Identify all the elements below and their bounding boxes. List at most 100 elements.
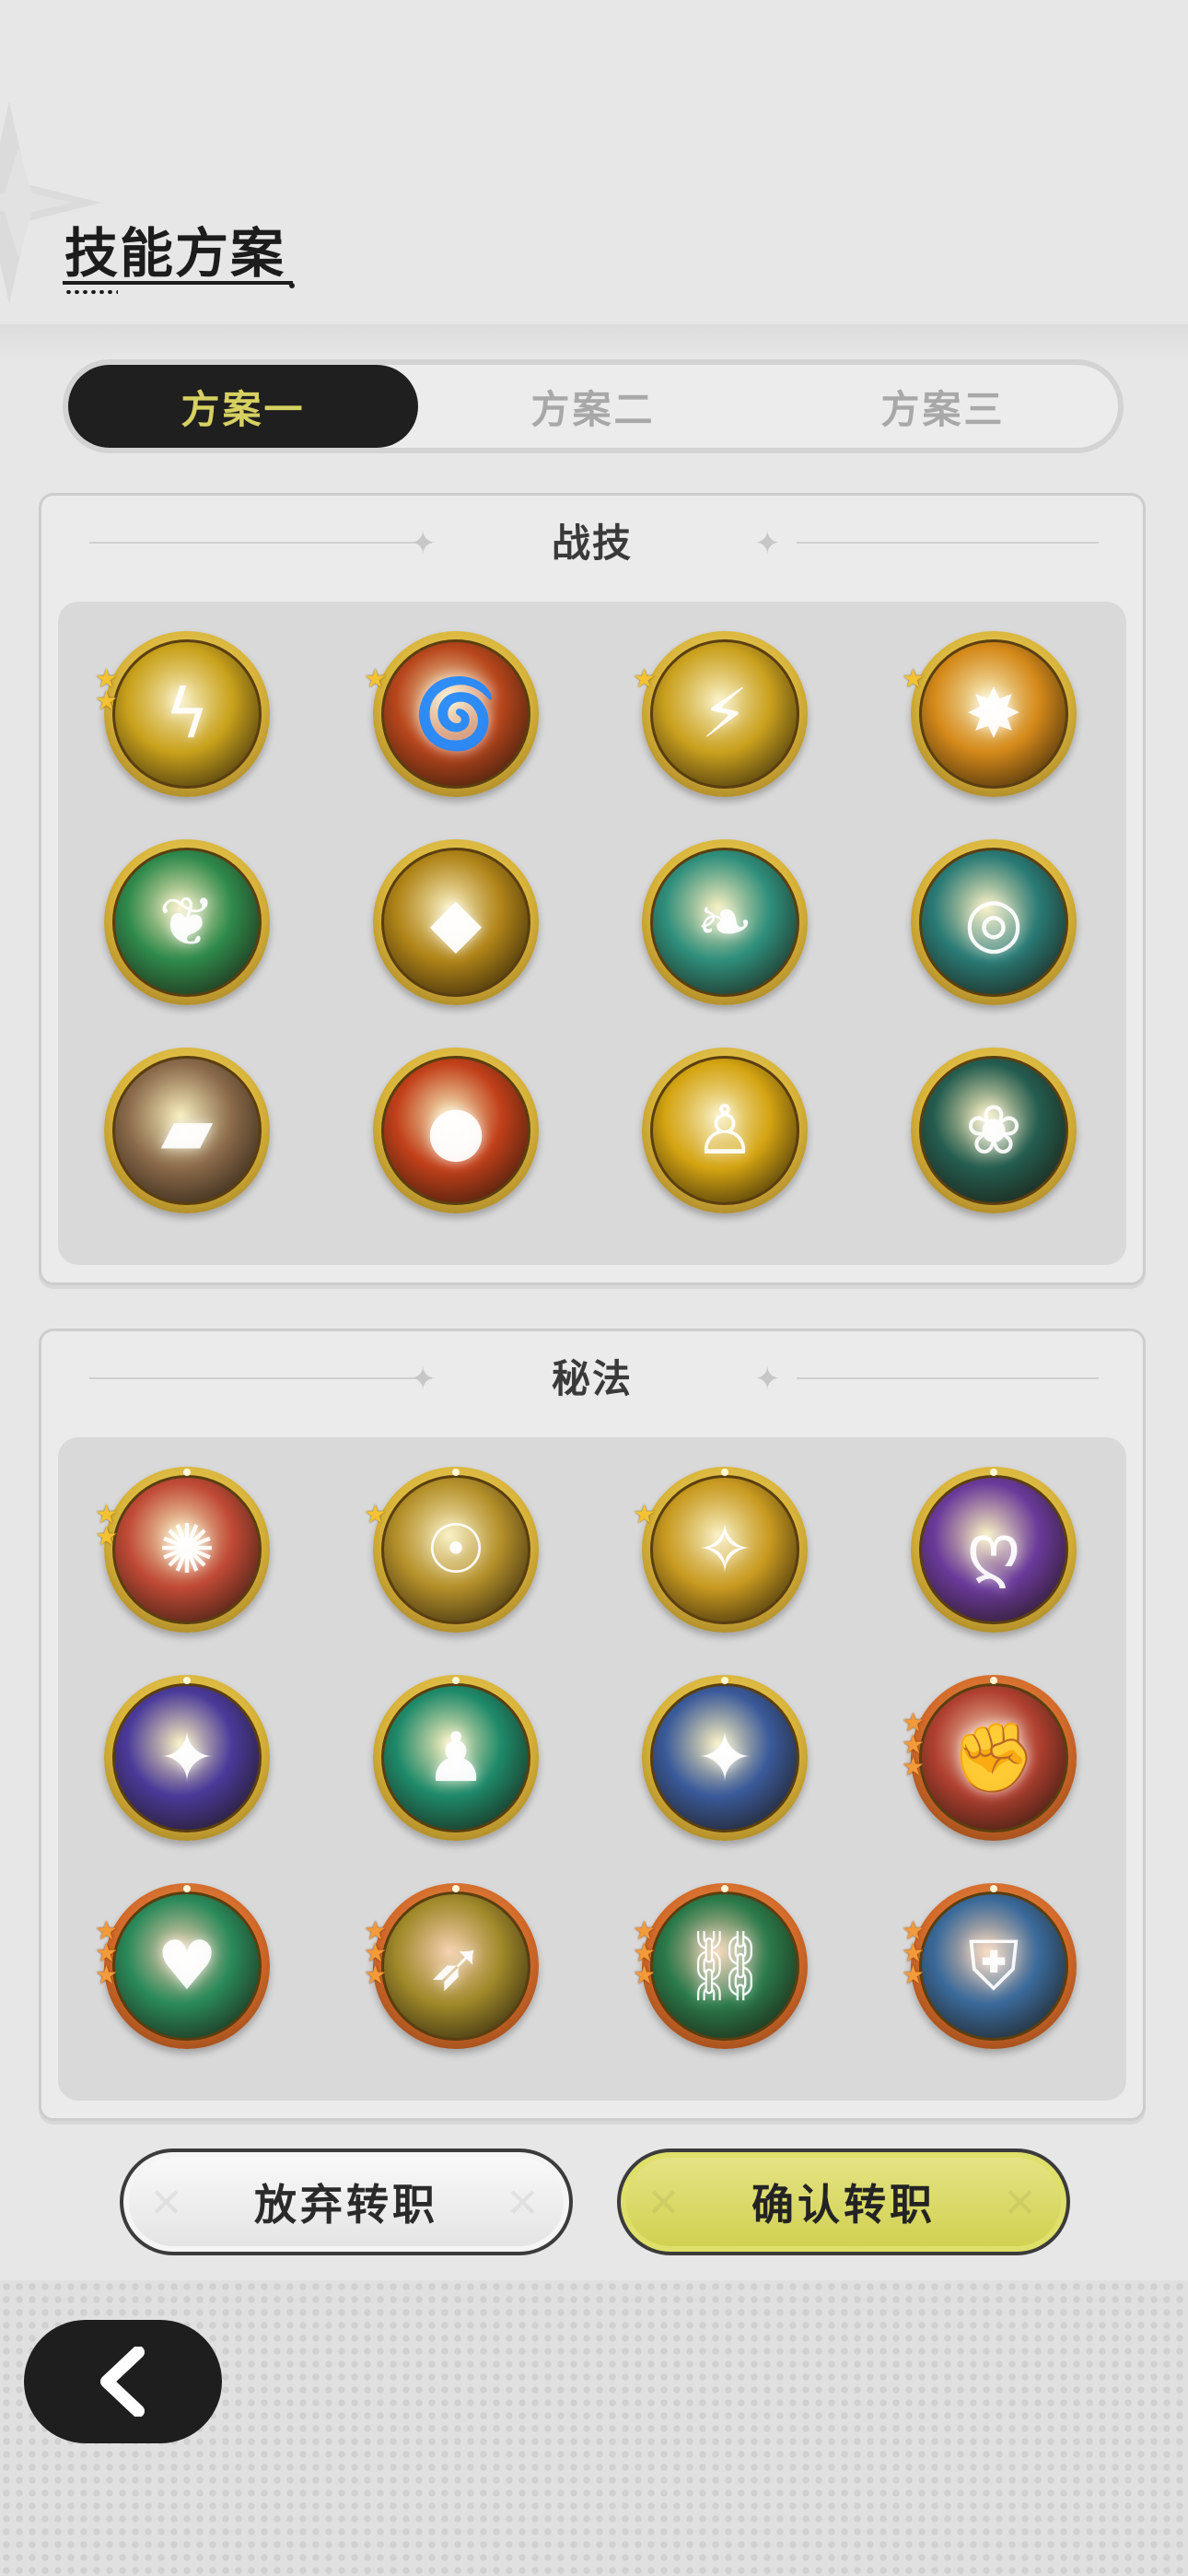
star-icon: ★ <box>633 663 657 694</box>
star-rating: ★ ★ ★ <box>902 1710 929 1782</box>
star-icon: ★ <box>364 1960 388 1990</box>
tab-plan-3[interactable]: 方案三 <box>768 365 1118 448</box>
red-fist-icon: ✊ <box>950 1717 1037 1797</box>
green-flame-icon: ❦ <box>157 883 215 962</box>
fireball-icon: ● <box>425 1091 486 1170</box>
star-icon: ★ <box>902 1960 926 1990</box>
panel-header: ✦ 秘法 ✦ <box>41 1331 1143 1437</box>
light-burst-icon: ✸ <box>964 674 1022 754</box>
title-underline <box>63 281 293 285</box>
wing-boot-icon: ➶ <box>426 1926 484 2006</box>
skill-slot[interactable]: ❦ <box>104 839 270 1005</box>
teal-slash-icon: ❧ <box>695 883 753 962</box>
skill-slot[interactable]: ❀ <box>911 1048 1077 1213</box>
skill-slot[interactable]: 🌀 ★ <box>364 631 539 797</box>
skill-art: ➶ <box>381 1891 530 2041</box>
skill-slot[interactable]: ♥ ★ ★ ★ <box>95 1883 270 2049</box>
teal-vortex-icon: ◎ <box>963 883 1024 962</box>
golden-aura-figure-icon: ☉ <box>425 1510 487 1589</box>
panel-title-combat: 战技 <box>551 521 633 566</box>
skill-slot[interactable]: ◆ <box>373 839 539 1005</box>
skill-art: ⛨ <box>919 1891 1068 2041</box>
frame-gem <box>721 1885 728 1892</box>
skill-art: ✦ <box>650 1683 799 1832</box>
back-button[interactable] <box>24 2320 222 2443</box>
frame-gem <box>721 1469 728 1476</box>
star-icon: ★ <box>902 1751 926 1782</box>
fire-rune-icon: ✺ <box>157 1510 215 1589</box>
star-icon: ★ <box>95 1521 119 1551</box>
star-rating: ★ <box>633 1502 660 1528</box>
frame-gem <box>452 1677 460 1684</box>
skill-art: ♥ <box>112 1891 262 2041</box>
divider <box>797 1377 1099 1379</box>
skill-slot[interactable]: ✸ ★ <box>902 631 1077 797</box>
frame-gem <box>721 1677 728 1684</box>
skill-slot[interactable]: ♙ <box>642 1048 808 1213</box>
skill-art: ✦ <box>112 1683 262 1832</box>
star-icon: ★ <box>902 663 926 694</box>
skill-slot[interactable]: ➶ ★ ★ ★ <box>364 1883 539 2049</box>
skill-slot[interactable]: ✧ ★ <box>633 1467 808 1633</box>
skill-slot[interactable]: ✊ ★ ★ ★ <box>902 1675 1077 1841</box>
green-aura-figure-icon: ♟ <box>425 1718 487 1797</box>
skill-art: ◎ <box>919 848 1068 997</box>
lightning-orb-icon: ϟ <box>164 674 210 754</box>
frame-gem <box>452 1469 460 1476</box>
star-rating: ★ ★ ★ <box>364 1918 391 1990</box>
skill-art: ❦ <box>112 848 262 997</box>
skill-slot[interactable]: ϟ ★ ★ <box>95 631 270 797</box>
thorn-vine-icon: ❀ <box>964 1091 1022 1170</box>
skill-art: ◆ <box>381 848 530 997</box>
skill-slot[interactable]: ☉ ★ <box>364 1467 539 1633</box>
skill-art: ♙ <box>650 1056 799 1205</box>
tab-plan-1[interactable]: 方案一 <box>68 365 418 448</box>
star-rating: ★ <box>364 663 391 694</box>
skill-slot[interactable]: ▰ <box>104 1048 270 1213</box>
confirm-class-change-button[interactable]: 确认转职 <box>617 2149 1070 2255</box>
header-band <box>0 324 1188 361</box>
skill-art: ✧ <box>650 1475 799 1624</box>
title-underline-dot <box>289 283 295 288</box>
skill-slot[interactable]: ❧ <box>642 839 808 1005</box>
skill-art: ♟ <box>381 1683 530 1832</box>
plan-tabs: 方案一 方案二 方案三 <box>63 359 1124 453</box>
skill-slot[interactable]: ● <box>373 1048 539 1213</box>
arcane-skill-grid: ✺ ★ ★ ☉ ★ ✧ ★ ღ ✦ ♟ ✦ ✊ ★ ★ ★ ♥ ★ ★ ★ ➶ ★ ★ ★ ⛓ ★ ★ ★ ⛨ ★ ★ ★ <box>58 1437 1126 2101</box>
frame-gem <box>452 1885 460 1892</box>
skill-slot[interactable]: ⛨ ★ ★ ★ <box>902 1883 1077 2049</box>
chevron-left-icon <box>99 2347 145 2417</box>
green-chain-icon: ⛓ <box>681 1926 768 2006</box>
blue-sparkle-icon: ✦ <box>695 1718 753 1797</box>
skill-slot[interactable]: ⚡ ★ <box>633 631 808 797</box>
skill-art: ❧ <box>650 848 799 997</box>
title-dots <box>64 290 118 294</box>
star-icon: ★ <box>364 663 388 694</box>
heart-shield-icon: ♥ <box>156 1926 218 2006</box>
frame-gem <box>990 1885 997 1892</box>
star-rating: ★ <box>364 1502 391 1528</box>
star-rating: ★ <box>902 663 929 694</box>
golden-crystal-icon: ◆ <box>429 883 483 962</box>
abandon-class-change-button[interactable]: 放弃转职 <box>120 2149 573 2255</box>
star-rating: ★ <box>633 663 660 694</box>
star-rating: ★ ★ <box>95 666 122 714</box>
skill-slot[interactable]: ⛓ ★ ★ ★ <box>633 1883 808 2049</box>
skill-art: ☉ <box>381 1475 530 1624</box>
skill-slot[interactable]: ♟ <box>373 1675 539 1841</box>
tab-plan-2[interactable]: 方案二 <box>418 365 768 448</box>
star-rating: ★ ★ <box>95 1502 122 1551</box>
skill-art: ✸ <box>919 639 1068 789</box>
skill-art: ▰ <box>112 1056 262 1205</box>
star-rating: ★ ★ ★ <box>633 1918 660 1990</box>
skill-slot[interactable]: ◎ <box>911 839 1077 1005</box>
panel-header: ✦ 战技 ✦ <box>41 496 1143 602</box>
skill-slot[interactable]: ✦ <box>642 1675 808 1841</box>
star-icon: ★ <box>95 1960 119 1990</box>
skill-slot[interactable]: ✺ ★ ★ <box>95 1467 270 1633</box>
frame-gem <box>183 1677 191 1684</box>
skill-slot[interactable]: ღ <box>911 1467 1077 1633</box>
star-rating: ★ ★ ★ <box>95 1918 122 1990</box>
skill-slot[interactable]: ✦ <box>104 1675 270 1841</box>
star-icon: ★ <box>633 1960 657 1990</box>
